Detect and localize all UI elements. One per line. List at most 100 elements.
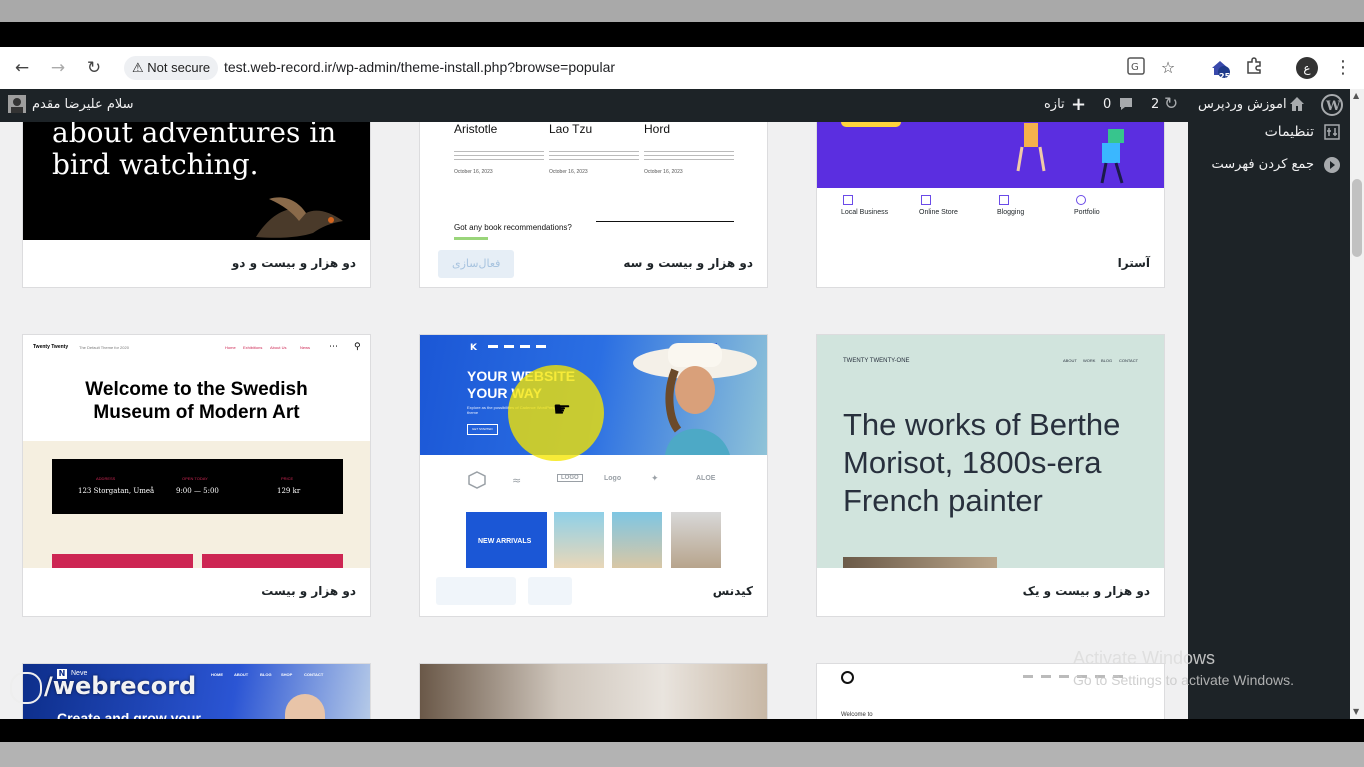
blog-icon bbox=[999, 195, 1009, 205]
preview-info-label: PRICE bbox=[281, 476, 294, 481]
security-chip[interactable]: ⚠ Not secure bbox=[124, 56, 219, 80]
preview-excerpt bbox=[454, 151, 544, 161]
theme-card-astra[interactable]: Local Business Online Store Blogging Por… bbox=[816, 122, 1165, 288]
preview-logo-icon bbox=[841, 671, 854, 684]
theme-screenshot[interactable]: K GET STARTED YOUR WEBSITE YOUR WAY Expl… bbox=[420, 335, 767, 568]
preview-input-line bbox=[596, 221, 734, 222]
wordpress-logo-icon[interactable]: W bbox=[1321, 94, 1343, 120]
preview-feature: Online Store bbox=[919, 209, 958, 216]
theme-screenshot[interactable]: Twenty Twenty The Default Theme for 2020… bbox=[23, 335, 370, 568]
activate-button[interactable]: فعال‌سازی bbox=[438, 250, 515, 278]
people-illustration bbox=[1016, 123, 1124, 184]
theme-screenshot[interactable]: Local Business Online Store Blogging Por… bbox=[817, 122, 1164, 240]
windows-watermark-sub: Go to Settings to activate Windows. bbox=[1073, 672, 1294, 688]
preview-excerpt bbox=[549, 151, 639, 161]
preview-info-value: 9:00 — 5:00 bbox=[176, 487, 219, 495]
theme-name[interactable]: دو هزار و بیست bbox=[261, 584, 356, 598]
user-avatar[interactable] bbox=[8, 95, 26, 113]
theme-screenshot[interactable]: about adventures in bird watching. bbox=[23, 122, 370, 240]
preview-block bbox=[52, 554, 193, 568]
preview-nav-item: BLOG bbox=[1101, 358, 1113, 363]
theme-card-twenty-twenty-one[interactable]: TWENTY TWENTY-ONE ABOUT WORK BLOG CONTAC… bbox=[816, 334, 1165, 617]
preview-title: Create and grow your bbox=[57, 710, 201, 719]
profile-avatar[interactable]: ع bbox=[1296, 57, 1318, 79]
sidebar-item-settings[interactable]: تنظیمات bbox=[1265, 124, 1314, 140]
theme-screenshot[interactable] bbox=[420, 664, 767, 719]
preview-product-photo bbox=[671, 512, 721, 568]
window-top-strip bbox=[0, 0, 1364, 22]
preview-product-photo bbox=[554, 512, 604, 568]
bird-illustration bbox=[256, 197, 343, 238]
preview-nav-item: WORK bbox=[1083, 358, 1096, 363]
comment-icon[interactable] bbox=[1118, 96, 1134, 116]
channel-watermark: /webrecord bbox=[44, 672, 197, 700]
preview-arrivals-tile: NEW ARRIVALS bbox=[466, 512, 547, 568]
theme-card-twenty-twenty-three[interactable]: Ethics by Aristotle (Daodejing) by Lao T… bbox=[419, 122, 768, 288]
preview-nav-item: Exhibitions bbox=[243, 345, 263, 350]
back-icon[interactable]: ← bbox=[11, 57, 33, 79]
address-bar[interactable]: ⚠ Not secure test.web-record.ir/wp-admin… bbox=[120, 53, 1190, 83]
preview-arrivals-label: NEW ARRIVALS bbox=[478, 538, 532, 545]
theme-card[interactable] bbox=[419, 663, 768, 719]
site-name[interactable]: اموزش وردپرس bbox=[1198, 97, 1287, 112]
extensions-puzzle-icon[interactable] bbox=[1243, 57, 1265, 79]
preview-info-label: OPEN TODAY bbox=[182, 476, 208, 481]
home-icon[interactable] bbox=[1288, 95, 1306, 117]
logo-wave-icon: ≈ bbox=[512, 474, 522, 487]
settings-icon[interactable] bbox=[1324, 124, 1340, 140]
preview-info-label: ADDRESS bbox=[96, 476, 116, 481]
preview-title: The works of Berthe Morisot, 1800s-era F… bbox=[843, 407, 1121, 518]
theme-name[interactable]: دو هزار و بیست و یک bbox=[1023, 584, 1150, 598]
user-greeting[interactable]: سلام علیرضا مقدم bbox=[32, 97, 134, 112]
preview-logo: K bbox=[470, 343, 477, 353]
page-scrollbar[interactable]: ▲ ▼ bbox=[1350, 89, 1364, 719]
new-content-label[interactable]: تازه bbox=[1044, 97, 1065, 112]
forward-icon[interactable]: → bbox=[47, 57, 69, 79]
scrollbar-thumb[interactable] bbox=[1352, 179, 1362, 257]
theme-card-twenty-twenty-two[interactable]: about adventures in bird watching. دو هز… bbox=[22, 122, 371, 288]
security-label: Not secure bbox=[147, 60, 211, 75]
window-bottom-strip bbox=[0, 719, 1364, 742]
theme-name[interactable]: آسترا bbox=[1118, 256, 1150, 270]
collapse-menu-icon[interactable] bbox=[1324, 157, 1340, 173]
svg-text:G: G bbox=[1131, 62, 1139, 73]
theme-card-kadence[interactable]: K GET STARTED YOUR WEBSITE YOUR WAY Expl… bbox=[419, 334, 768, 617]
translate-icon[interactable]: G bbox=[1125, 57, 1147, 79]
preview-title: Welcome to bbox=[841, 712, 873, 718]
preview-title: Welcome to the Swedish Museum of Modern … bbox=[85, 379, 308, 423]
reload-icon[interactable]: ↻ bbox=[83, 57, 105, 79]
comments-count[interactable]: 0 bbox=[1103, 97, 1111, 112]
preview-nav-item: About Us bbox=[270, 345, 287, 350]
plus-icon[interactable]: + bbox=[1071, 94, 1086, 115]
url-text[interactable]: test.web-record.ir/wp-admin/theme-instal… bbox=[224, 59, 615, 75]
theme-name[interactable]: کیدنس bbox=[713, 584, 753, 598]
store-icon bbox=[921, 195, 931, 205]
theme-name[interactable]: دو هزار و بیست و دو bbox=[232, 256, 356, 270]
preview-feature: Portfolio bbox=[1074, 209, 1100, 216]
preview-col-2: (Daodejing) by Lao Tzu bbox=[549, 122, 593, 136]
preview-date: October 16, 2023 bbox=[549, 169, 588, 175]
preview-nav-item: ABOUT bbox=[234, 672, 249, 677]
window-bottom-gray bbox=[0, 742, 1364, 767]
preview-excerpt bbox=[644, 151, 734, 161]
scroll-down-icon[interactable]: ▼ bbox=[1353, 707, 1359, 716]
extension-icon[interactable]: 25 bbox=[1209, 57, 1231, 81]
preview-date: October 16, 2023 bbox=[454, 169, 493, 175]
theme-name[interactable]: دو هزار و بیست و سه bbox=[623, 256, 753, 270]
menu-dots-icon[interactable]: ⋮ bbox=[1332, 57, 1354, 79]
sidebar-item-collapse-menu[interactable]: جمع کردن فهرست bbox=[1212, 157, 1314, 172]
activate-button[interactable] bbox=[436, 577, 516, 605]
scroll-up-icon[interactable]: ▲ bbox=[1353, 91, 1359, 100]
updates-icon[interactable]: ↻ bbox=[1164, 94, 1178, 114]
warning-icon: ⚠ bbox=[132, 60, 144, 75]
preview-feature: Local Business bbox=[841, 209, 889, 216]
preview-button[interactable] bbox=[528, 577, 572, 605]
preview-hero bbox=[817, 122, 1164, 188]
bookmark-star-icon[interactable]: ☆ bbox=[1157, 57, 1179, 79]
preview-brand: Twenty Twenty bbox=[33, 344, 69, 350]
theme-screenshot[interactable]: TWENTY TWENTY-ONE ABOUT WORK BLOG CONTAC… bbox=[817, 335, 1164, 568]
preview-cta: GET STARTED bbox=[467, 424, 498, 435]
theme-card-twenty-twenty[interactable]: Twenty Twenty The Default Theme for 2020… bbox=[22, 334, 371, 617]
theme-screenshot[interactable]: Ethics by Aristotle (Daodejing) by Lao T… bbox=[420, 122, 767, 240]
updates-count[interactable]: 2 bbox=[1151, 97, 1159, 112]
